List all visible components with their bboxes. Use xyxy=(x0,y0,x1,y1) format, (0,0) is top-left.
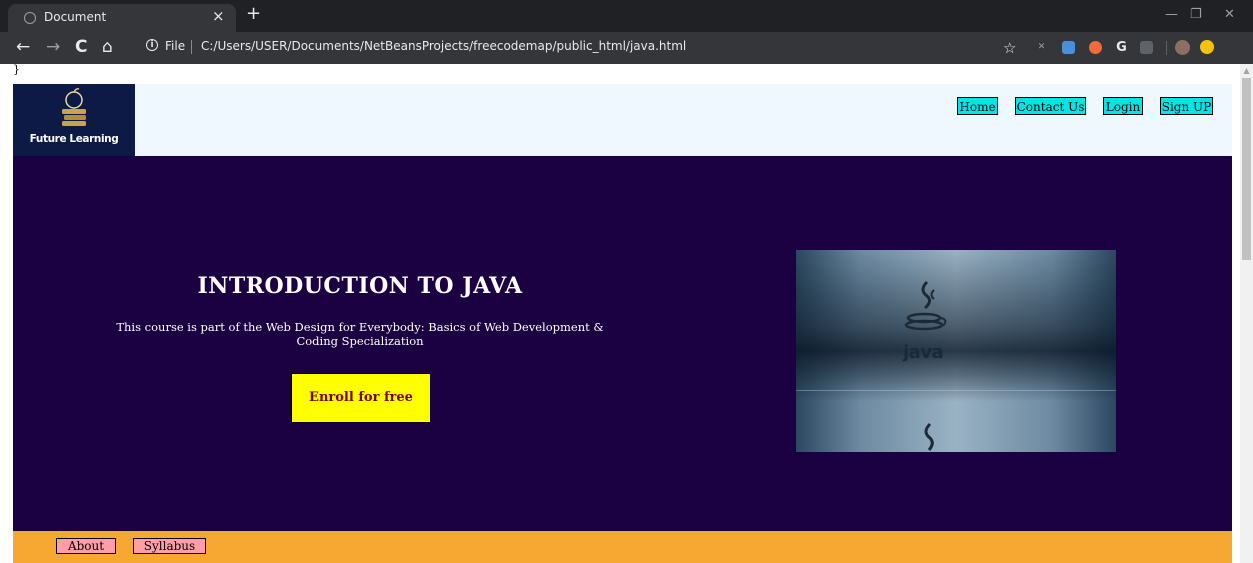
forward-arrow-icon[interactable]: → xyxy=(46,37,60,57)
toolbar-divider xyxy=(1166,41,1167,55)
java-logo-text: java xyxy=(903,342,944,363)
scrollbar-thumb[interactable] xyxy=(1242,78,1251,260)
site-footer: About Syllabus xyxy=(13,531,1232,563)
orange-extension-icon[interactable] xyxy=(1089,41,1102,54)
site-header: Future Learning Home Contact Us Login Si… xyxy=(13,84,1232,156)
hero-title: INTRODUCTION TO JAVA xyxy=(197,273,523,299)
address-separator xyxy=(191,40,192,54)
yellow-extension-icon[interactable] xyxy=(1200,40,1214,54)
hero-subtitle: This course is part of the Web Design fo… xyxy=(116,320,604,348)
java-cup-icon xyxy=(904,280,947,331)
page-scrollbar[interactable]: ▲ xyxy=(1240,64,1253,563)
new-tab-button[interactable]: + xyxy=(246,3,261,24)
nav-login-link[interactable]: Login xyxy=(1103,97,1143,115)
browser-tab[interactable]: Document × xyxy=(8,4,236,32)
tab-title: Document xyxy=(44,10,107,24)
nav-contact-us-link[interactable]: Contact Us xyxy=(1015,97,1086,115)
minimize-icon[interactable]: — xyxy=(1165,7,1178,22)
browser-tab-strip: Document × + — ❐ ✕ xyxy=(0,0,1253,32)
java-course-image: java xyxy=(796,250,1116,452)
footer-about-link[interactable]: About xyxy=(56,538,116,554)
stray-brace-text: } xyxy=(13,63,20,76)
profile-avatar[interactable] xyxy=(1175,40,1190,55)
reload-icon[interactable]: C xyxy=(75,37,87,57)
tab-close-icon[interactable]: × xyxy=(212,7,225,25)
star-icon[interactable]: ☆ xyxy=(1003,38,1016,58)
window-close-icon[interactable]: ✕ xyxy=(1224,7,1235,22)
logo-text: Future Learning xyxy=(29,133,119,145)
back-arrow-icon[interactable]: ← xyxy=(16,37,30,57)
scroll-up-arrow-icon[interactable]: ▲ xyxy=(1240,66,1253,75)
apple-books-icon xyxy=(62,88,86,126)
home-icon[interactable]: ⌂ xyxy=(102,37,113,57)
browser-toolbar: ← → C ⌂ i File C:/Users/USER/Documents/N… xyxy=(0,32,1253,64)
nav-sign-up-link[interactable]: Sign UP xyxy=(1160,97,1213,115)
java-cup-icon-reflection xyxy=(924,422,934,451)
enroll-button[interactable]: Enroll for free xyxy=(291,373,431,423)
globe-icon xyxy=(24,12,36,24)
g-extension-icon[interactable]: G xyxy=(1115,41,1128,54)
edit-extension-icon[interactable] xyxy=(1062,41,1075,54)
x-extension-icon[interactable]: ✕ xyxy=(1035,41,1048,54)
grey-extension-icon[interactable] xyxy=(1140,41,1153,54)
site-logo[interactable]: Future Learning xyxy=(13,84,135,156)
hero-section: INTRODUCTION TO JAVA This course is part… xyxy=(13,156,1232,531)
image-panel-seam xyxy=(796,390,1116,391)
address-bar-url[interactable]: C:/Users/USER/Documents/NetBeansProjects… xyxy=(201,39,686,53)
nav-home-link[interactable]: Home xyxy=(957,97,998,115)
footer-syllabus-link[interactable]: Syllabus xyxy=(133,538,206,554)
address-scheme: File xyxy=(165,39,186,53)
restore-icon[interactable]: ❐ xyxy=(1190,7,1202,22)
info-icon[interactable]: i xyxy=(146,39,158,51)
